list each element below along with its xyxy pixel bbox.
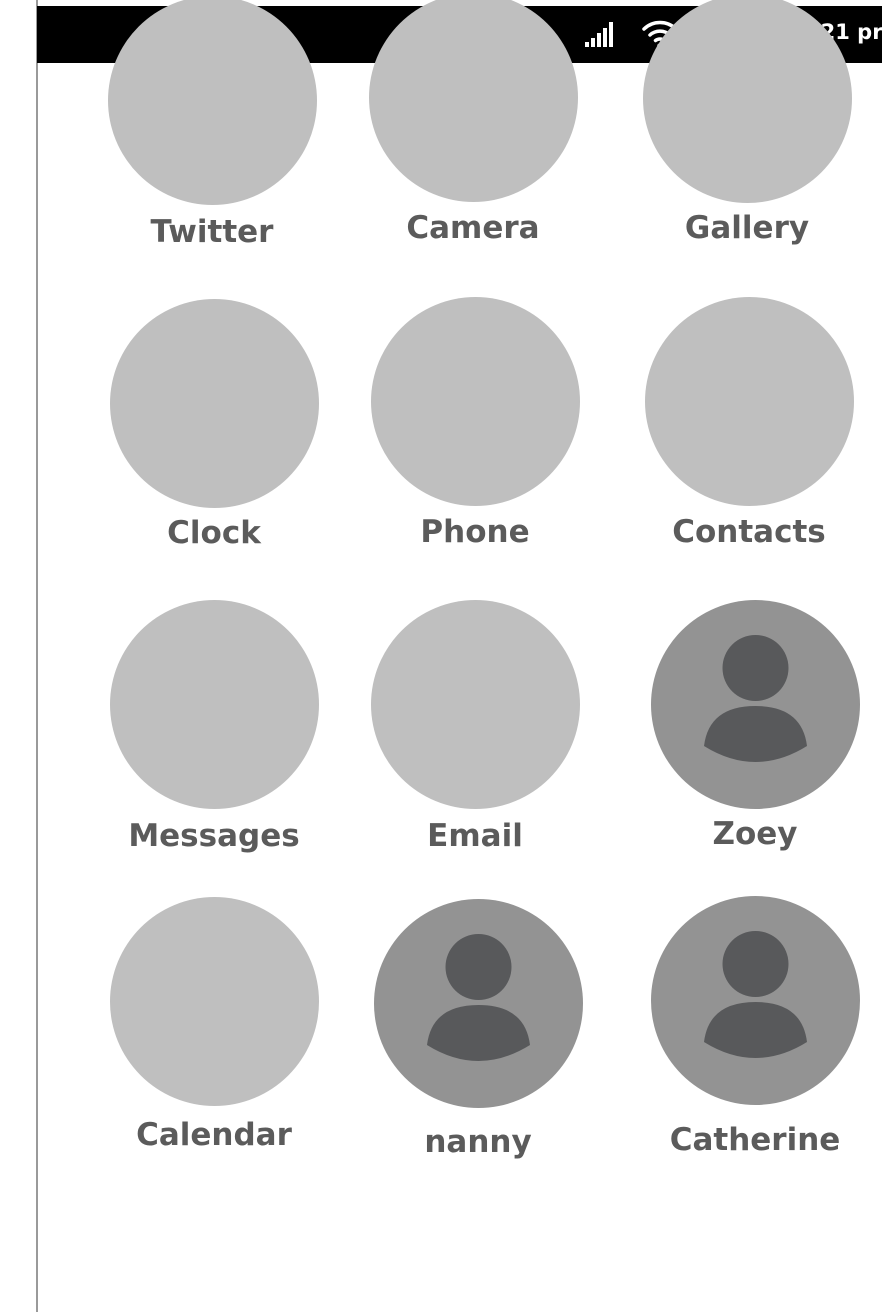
app-label: Clock [167, 515, 261, 551]
app-icon-phone[interactable]: Phone [360, 296, 590, 587]
app-icon-camera[interactable]: Camera [358, 0, 588, 283]
app-label: Contacts [672, 514, 826, 550]
app-icon-contacts[interactable]: Contacts [634, 296, 864, 587]
app-icon-placeholder [642, 0, 852, 203]
app-label: Zoey [712, 816, 798, 852]
app-icon-placeholder [109, 298, 319, 508]
app-label: Catherine [669, 1122, 841, 1158]
app-label: Camera [406, 210, 540, 246]
app-icon-messages[interactable]: Messages [99, 599, 329, 890]
contact-avatar [650, 895, 860, 1105]
app-icon-placeholder [109, 896, 319, 1106]
signal-icon [585, 20, 623, 52]
app-label: Phone [420, 514, 530, 550]
app-label: Gallery [684, 210, 810, 246]
contact-avatar [650, 599, 860, 809]
app-icon-calendar[interactable]: Calendar [99, 896, 329, 1187]
screen-edge-divider [36, 0, 38, 1312]
person-icon [426, 933, 530, 1061]
app-icon-placeholder [368, 0, 578, 202]
app-label: nanny [424, 1124, 532, 1160]
app-icon-placeholder [644, 296, 854, 506]
app-label: Calendar [136, 1117, 292, 1153]
app-icon-placeholder [370, 599, 580, 809]
app-label: Messages [128, 818, 300, 854]
app-icon-placeholder [370, 296, 580, 506]
app-icon-placeholder [109, 599, 319, 809]
contact-shortcut-zoey[interactable]: Zoey [640, 599, 870, 890]
person-icon [703, 930, 807, 1058]
person-icon [703, 634, 807, 762]
app-label: Email [427, 818, 523, 854]
app-label: Twitter [150, 214, 274, 250]
app-icon-twitter[interactable]: Twitter [97, 0, 327, 286]
app-icon-clock[interactable]: Clock [99, 298, 329, 589]
app-icon-placeholder [107, 0, 317, 205]
app-icon-email[interactable]: Email [360, 599, 590, 890]
contact-shortcut-catherine[interactable]: Catherine [640, 895, 870, 1186]
app-icon-gallery[interactable]: Gallery [632, 0, 862, 284]
contact-shortcut-nanny[interactable]: nanny [363, 898, 593, 1189]
contact-avatar [373, 898, 583, 1108]
home-screen: 11:21 pr Twitter Camera Gallery Clock Phone C… [0, 0, 882, 1312]
